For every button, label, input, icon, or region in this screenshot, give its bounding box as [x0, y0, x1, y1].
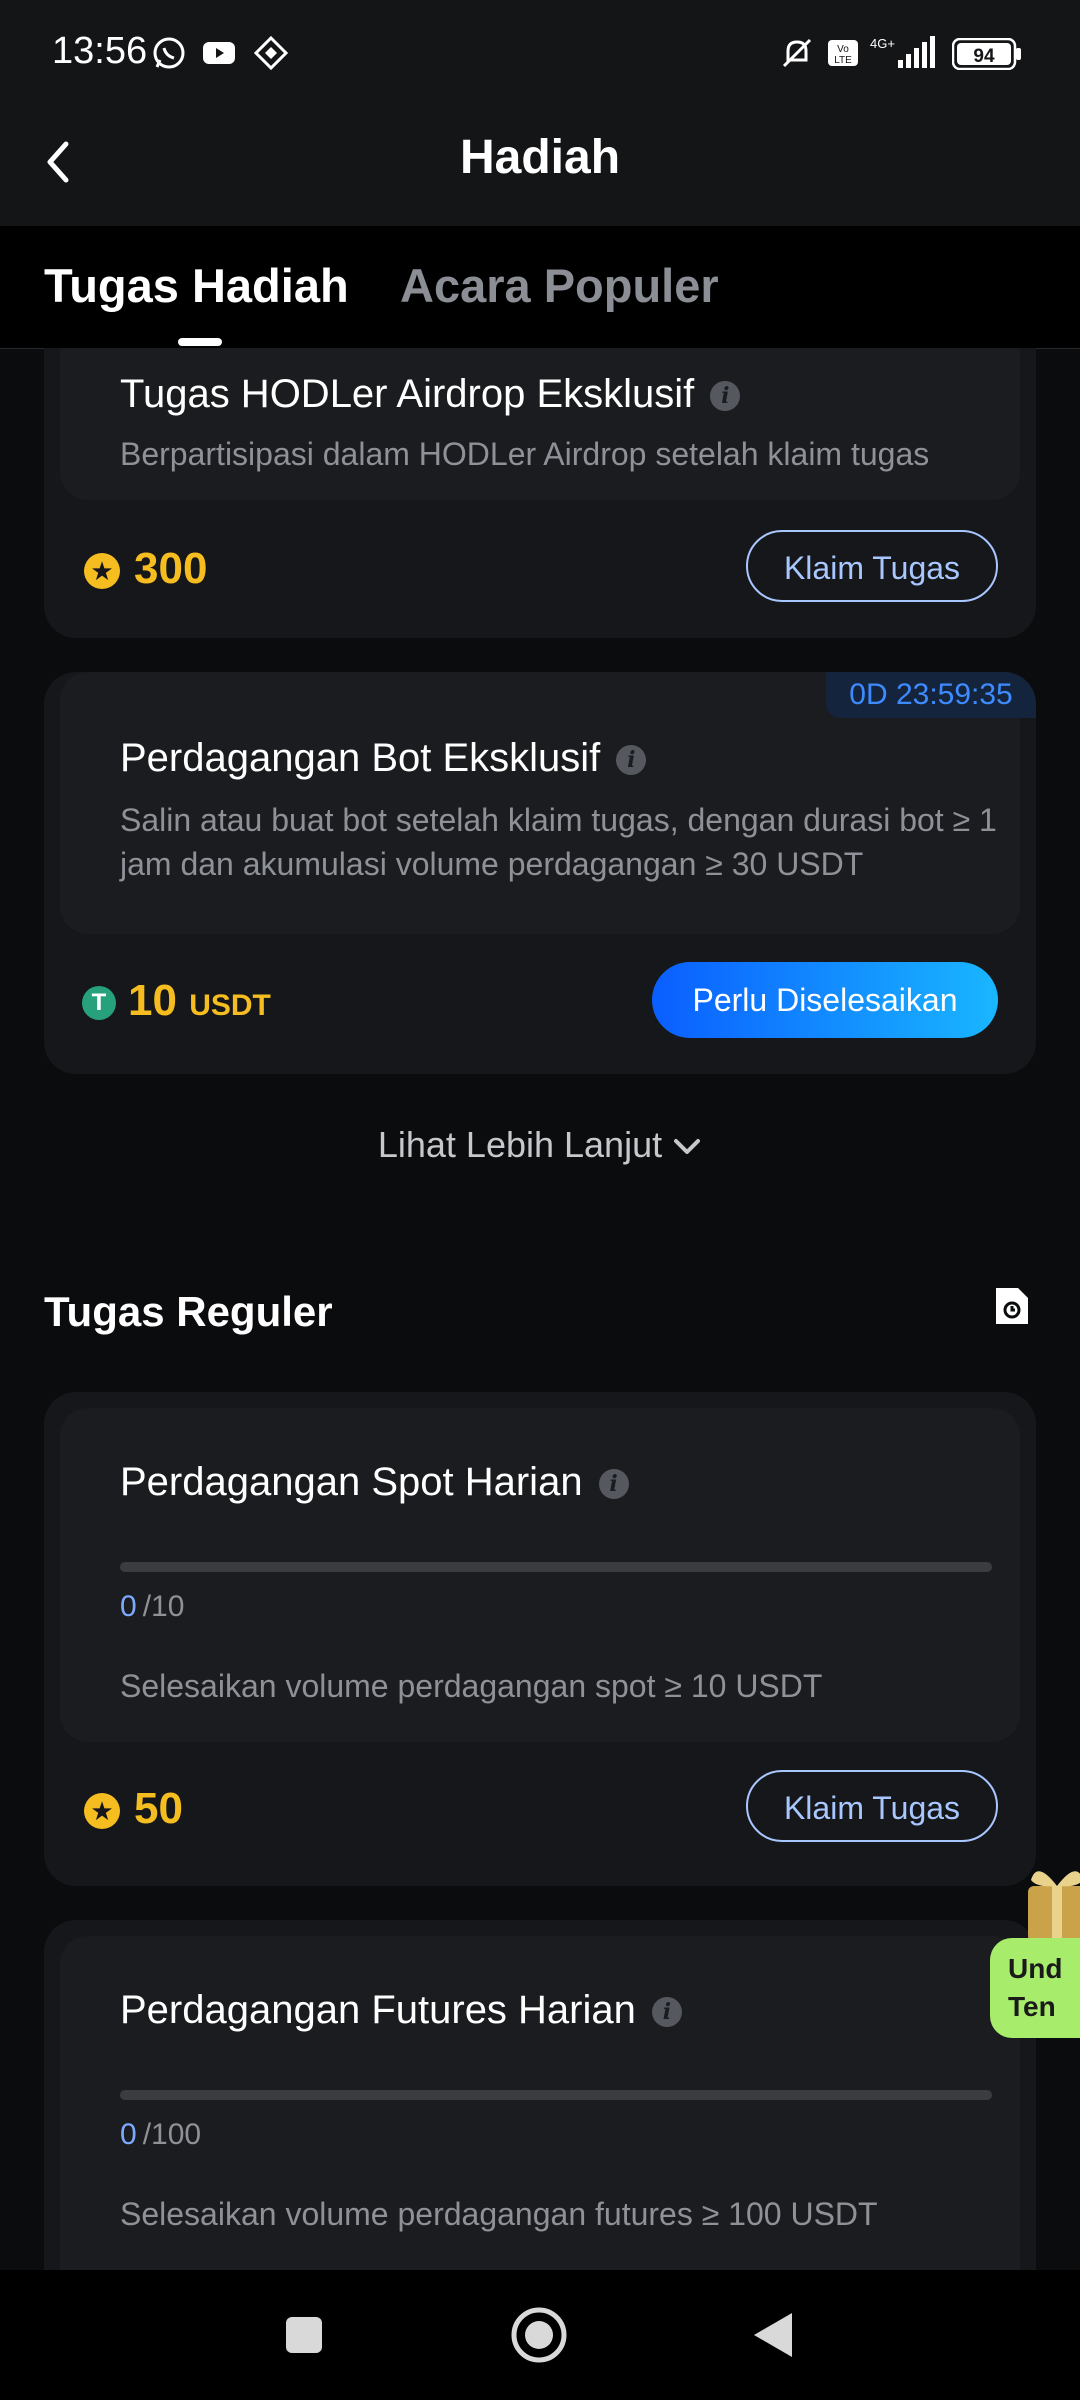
- active-tab-indicator: [178, 338, 222, 346]
- battery-icon: 94: [952, 38, 1021, 70]
- task-title: Perdagangan Futures Harian i: [120, 1988, 682, 2033]
- task-card-spot-daily: Perdagangan Spot Harian i 0/10 Selesaikan…: [44, 1392, 1036, 1886]
- task-card-body: Perdagangan Spot Harian i 0/10 Selesaikan…: [60, 1408, 1020, 1742]
- task-card-body: Tugas HODLer Airdrop Eksklusif i Berparti…: [60, 348, 1020, 500]
- claim-task-button[interactable]: Klaim Tugas: [746, 530, 998, 602]
- whatsapp-icon: [153, 37, 185, 69]
- gift-icon: [1028, 1871, 1080, 1942]
- progress-bar: [120, 1562, 992, 1572]
- task-card-hodler-airdrop: Tugas HODLer Airdrop Eksklusif i Berparti…: [44, 348, 1036, 638]
- info-icon[interactable]: i: [651, 1997, 682, 2028]
- promo-button[interactable]: Und Ten: [990, 1938, 1080, 2038]
- tab-tugas-hadiah[interactable]: Tugas Hadiah: [44, 258, 349, 313]
- svg-text:4G+: 4G+: [870, 36, 895, 51]
- signal-icon: 4G+: [870, 36, 935, 68]
- star-icon: ★: [84, 553, 120, 590]
- tab-acara-populer[interactable]: Acara Populer: [400, 258, 719, 313]
- svg-text:Vo: Vo: [837, 44, 849, 55]
- task-card-futures-daily: Perdagangan Futures Harian i 0/100 Selesa…: [44, 1920, 1036, 2270]
- task-description: Selesaikan volume perdagangan spot ≥ 10 …: [120, 1668, 823, 1704]
- task-description: Salin atau buat bot setelah klaim tugas,…: [120, 802, 997, 882]
- volte-icon: VoLTE: [828, 40, 858, 66]
- needs-completion-button[interactable]: Perlu Diselesaikan: [652, 962, 998, 1038]
- section-title: Tugas Reguler: [44, 1288, 333, 1335]
- reward-amount: ★ 300: [84, 544, 207, 594]
- system-nav-bar: [0, 2270, 1080, 2400]
- info-icon[interactable]: i: [710, 381, 741, 412]
- recent-apps-icon[interactable]: [284, 2315, 324, 2355]
- binance-icon: [254, 36, 288, 70]
- task-history-icon[interactable]: [994, 1286, 1030, 1326]
- status-time: 13:56: [52, 30, 148, 72]
- floating-promo[interactable]: Und Ten: [990, 1856, 1080, 2038]
- task-card-body: Perdagangan Futures Harian i 0/100 Selesa…: [60, 1936, 1020, 2270]
- star-icon: ★: [84, 1793, 120, 1830]
- youtube-icon: [203, 42, 235, 64]
- progress-text: 0/100: [120, 2118, 202, 2151]
- info-icon[interactable]: i: [616, 745, 647, 776]
- task-title: Tugas HODLer Airdrop Eksklusif i: [120, 372, 741, 417]
- notifications-muted-icon: [782, 38, 812, 68]
- usdt-icon: T: [82, 986, 116, 1021]
- svg-text:LTE: LTE: [834, 55, 852, 66]
- progress-text: 0/10: [120, 1590, 185, 1623]
- countdown-timer: 0D 23:59:35: [826, 672, 1036, 718]
- see-more-link[interactable]: Lihat Lebih Lanjut: [0, 1124, 1080, 1166]
- progress-bar: [120, 2090, 992, 2100]
- home-icon[interactable]: [510, 2306, 568, 2364]
- page-title: Hadiah: [459, 131, 621, 184]
- task-title: Perdagangan Spot Harian i: [120, 1460, 629, 1505]
- task-description: Selesaikan volume perdagangan futures ≥ …: [120, 2196, 878, 2232]
- task-title: Perdagangan Bot Eksklusif i: [120, 736, 647, 781]
- info-icon[interactable]: i: [598, 1469, 629, 1500]
- chevron-down-icon: [674, 1139, 701, 1155]
- back-nav-icon[interactable]: [752, 2311, 794, 2359]
- task-description: Berpartisipasi dalam HODLer Airdrop sete…: [120, 436, 930, 472]
- task-card-bot-exclusive: Perdagangan Bot Eksklusif i Salin atau bu…: [44, 672, 1036, 1074]
- reward-amount: ★ 50: [84, 1784, 183, 1834]
- task-list[interactable]: Tugas HODLer Airdrop Eksklusif i Berparti…: [0, 348, 1080, 2270]
- svg-text:94: 94: [973, 46, 995, 67]
- reward-amount: T 10 USDT: [82, 976, 271, 1026]
- claim-task-button[interactable]: Klaim Tugas: [746, 1770, 998, 1842]
